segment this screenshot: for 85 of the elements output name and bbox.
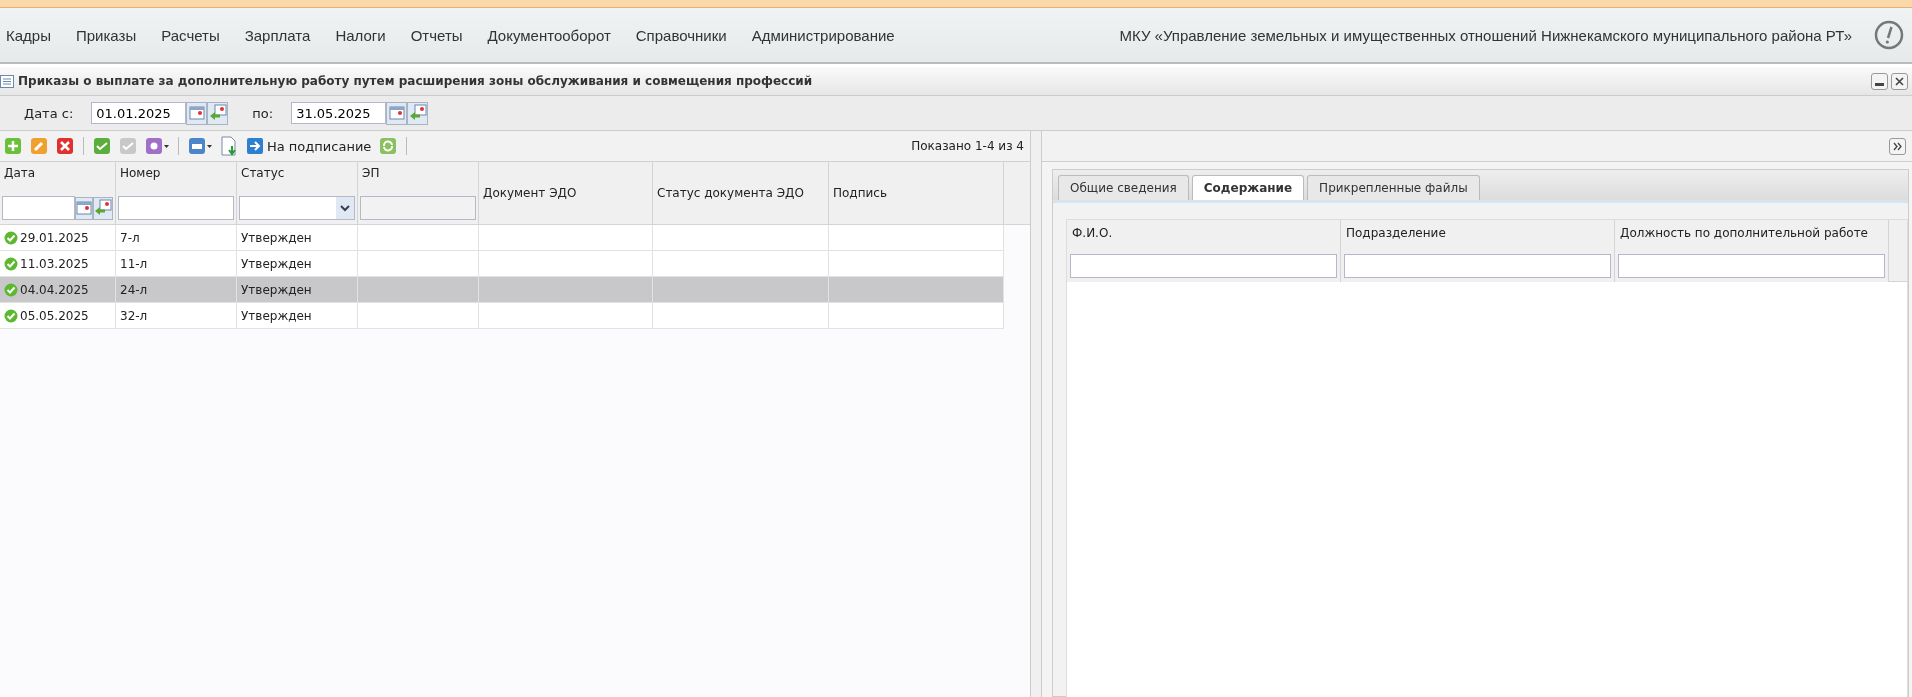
calendar-button[interactable] [186,101,208,125]
table-cell: Утвержден [237,277,358,303]
column-header: Статус [240,166,286,180]
add-button[interactable] [2,135,24,157]
add-icon [4,137,22,155]
clear-icon [94,199,112,217]
date-to-field[interactable]: 31.05.2025 [291,102,387,124]
filter-field[interactable] [1618,254,1885,278]
column-header: Ф.И.О. [1071,226,1114,240]
menu-item[interactable]: Кадры [6,26,51,44]
menu-item[interactable]: Отчеты [410,26,463,44]
caret-icon [336,197,354,219]
date-to-label: по: [252,105,274,121]
organization-name: МКУ «Управление земельных и имущественных отношений Нижнекамского муниципального района РТ» [1119,26,1852,44]
calendar-icon [76,201,92,215]
column-header: Подпись [832,186,888,200]
help-icon[interactable] [1874,20,1904,50]
list-icon [0,74,14,88]
clear-date-button[interactable] [93,196,113,220]
document-icon [220,136,238,156]
check-icon [4,308,18,323]
sign-button[interactable]: На подписание [244,135,374,157]
calendar-icon [188,106,205,120]
unapprove-icon [119,137,137,155]
table-cell: Утвержден [237,251,358,277]
date-filter-field[interactable] [2,196,75,220]
table-cell: 24-л [116,277,237,303]
date-text: 11.03.2025 [20,256,89,271]
table-cell: 11-л [116,251,237,277]
paging-info: Показано 1-4 из 4 [911,139,1024,153]
clear-icon [408,104,427,122]
approve-button[interactable] [91,135,113,157]
filter-field[interactable] [1344,254,1611,278]
edit-button[interactable] [28,135,50,157]
menu-item[interactable]: Справочники [635,26,727,44]
calendar-button[interactable] [386,101,408,125]
tab[interactable]: Прикрепленные файлы [1307,175,1480,200]
tab[interactable]: Содержание [1191,175,1305,200]
chevron-icon [1892,140,1903,152]
status-filter-select[interactable] [239,196,355,220]
column-header: Должность по дополнительной работе [1619,226,1869,240]
close-icon [1894,75,1905,87]
column-header: Подразделение [1345,226,1447,240]
column-header: ЭП [361,166,381,180]
menu-item[interactable]: Налоги [335,26,386,44]
table-cell: Утвержден [237,225,358,251]
close-button[interactable] [1891,72,1908,90]
date-text: 29.01.2025 [20,230,89,245]
menu-item[interactable]: Расчеты [161,26,220,44]
tab[interactable]: Общие сведения [1058,175,1189,200]
delete-icon [56,137,74,155]
table-cell: 7-л [116,225,237,251]
menu-item[interactable]: Администрирование [751,26,895,44]
date-from-label: Дата с: [24,105,74,121]
minimize-icon [1875,82,1884,86]
calendar-button[interactable] [75,196,93,220]
menu-item[interactable]: Зарплата [244,26,311,44]
number-filter-field[interactable] [118,196,234,220]
window-title: Приказы о выплате за дополнительную работу путем расширения зоны обслуживания и совмещения профессий [18,74,813,88]
column-header: Дата [3,166,37,180]
table-cell: 32-л [116,303,237,329]
check-icon [4,230,18,245]
minimize-button[interactable] [1871,72,1888,90]
column-header: Номер [119,166,162,180]
clear-icon [208,104,227,122]
table-cell: Утвержден [237,303,358,329]
check-icon [4,282,18,297]
filter-field[interactable] [1070,254,1337,278]
delete-button[interactable] [54,135,76,157]
column-header: Документ ЭДО [482,186,578,200]
edit-icon [30,137,48,155]
date-from-field[interactable]: 01.01.2025 [91,102,187,124]
menu-item[interactable]: Приказы [75,26,137,44]
expand-button[interactable] [1889,137,1906,155]
signature-filter-field[interactable] [360,196,476,220]
approve-icon [93,137,111,155]
calendar-icon [388,106,405,120]
column-header: Статус документа ЭДО [656,186,805,200]
clear-date-button[interactable] [407,101,429,125]
clear-date-button[interactable] [207,101,229,125]
menu-item[interactable]: Документооборот [487,26,611,44]
refresh-icon [379,137,398,155]
check-icon [4,256,18,271]
date-text: 05.05.2025 [20,308,89,323]
date-text: 04.04.2025 [20,282,89,297]
